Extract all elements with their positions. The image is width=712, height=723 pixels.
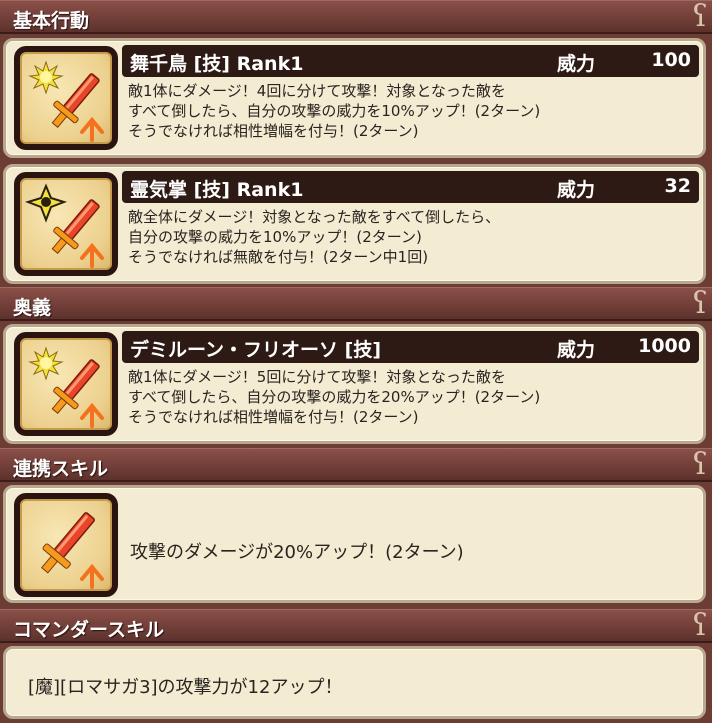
section-header-ougi: 奥義 ʕ [0, 287, 712, 321]
section-header-link: 連携スキル ʕ [0, 448, 712, 482]
power-label: 威力 [557, 53, 596, 75]
description-line: 敵1体にダメージ！4回に分けて攻撃！対象となった敵を [128, 82, 506, 100]
section-title: コマンダースキル [13, 619, 165, 641]
skill-title-bar: デミルーン・フリオーソ [技] 威力 1000 [122, 331, 699, 363]
skill-description: 敵1体にダメージ！4回に分けて攻撃！対象となった敵を すべて倒したら、自分の攻撃… [128, 81, 698, 141]
commander-skill-card[interactable]: [魔][ロマサガ3]の攻撃力が12アップ！ [3, 646, 706, 719]
scroll-ornament-icon: ʕ [691, 286, 708, 321]
description-line: 敵全体にダメージ！対象となった敵をすべて倒したら、 [128, 208, 501, 226]
section-header-commander: コマンダースキル ʕ [0, 609, 712, 643]
link-skill-text: 攻撃のダメージが20%アップ！(2ターン) [130, 542, 464, 563]
skill-description: 敵1体にダメージ！5回に分けて攻撃！対象となった敵を すべて倒したら、自分の攻撃… [128, 367, 698, 427]
burst-sword-icon [20, 52, 112, 144]
section-title: 連携スキル [13, 458, 109, 480]
description-line: すべて倒したら、自分の攻撃の威力を10%アップ！(2ターン) [128, 102, 541, 120]
power-value: 100 [651, 49, 691, 71]
skill-description: 敵全体にダメージ！対象となった敵をすべて倒したら、 自分の攻撃の威力を10%アッ… [128, 207, 698, 267]
description-line: そうでなければ相性増幅を付与！(2ターン) [128, 122, 419, 140]
skill-icon-frame [14, 332, 118, 436]
scroll-ornament-icon: ʕ [691, 0, 708, 34]
description-line: そうでなければ無敵を付与！(2ターン中1回) [128, 248, 429, 266]
skill-name: デミルーン・フリオーソ [技] [130, 339, 382, 361]
commander-skill-text: [魔][ロマサガ3]の攻撃力が12アップ！ [28, 677, 343, 698]
skill-icon-frame [14, 172, 118, 276]
description-line: すべて倒したら、自分の攻撃の威力を20%アップ！(2ターン) [128, 388, 541, 406]
skill-card[interactable]: デミルーン・フリオーソ [技] 威力 1000 敵1体にダメージ！5回に分けて攻… [3, 324, 706, 444]
power-value: 1000 [638, 335, 691, 357]
scroll-ornament-icon: ʕ [691, 447, 708, 482]
power-value: 32 [664, 175, 691, 197]
link-skill-card[interactable]: 攻撃のダメージが20%アップ！(2ターン) [3, 485, 706, 603]
power-label: 威力 [557, 179, 596, 201]
section-title: 基本行動 [13, 10, 90, 32]
burst-sword-icon [20, 338, 112, 430]
description-line: 敵1体にダメージ！5回に分けて攻撃！対象となった敵を [128, 368, 506, 386]
section-header-basic: 基本行動 ʕ [0, 0, 712, 34]
description-line: そうでなければ相性増幅を付与！(2ターン) [128, 408, 419, 426]
shuriken-sword-icon [20, 178, 112, 270]
skill-card[interactable]: 霊気掌 [技] Rank1 威力 32 敵全体にダメージ！対象となった敵をすべて… [3, 164, 706, 284]
sword-up-icon [20, 499, 112, 591]
skill-icon-frame [14, 493, 118, 597]
skill-title-bar: 霊気掌 [技] Rank1 威力 32 [122, 171, 699, 203]
scroll-ornament-icon: ʕ [691, 608, 708, 643]
skill-icon-frame [14, 46, 118, 150]
skill-card[interactable]: 舞千鳥 [技] Rank1 威力 100 敵1体にダメージ！4回に分けて攻撃！対… [3, 38, 706, 158]
section-title: 奥義 [13, 297, 52, 319]
skill-name: 霊気掌 [技] Rank1 [130, 179, 304, 201]
skill-title-bar: 舞千鳥 [技] Rank1 威力 100 [122, 45, 699, 77]
skill-name: 舞千鳥 [技] Rank1 [130, 53, 304, 75]
description-line: 自分の攻撃の威力を10%アップ！(2ターン) [128, 228, 422, 246]
power-label: 威力 [557, 339, 596, 361]
